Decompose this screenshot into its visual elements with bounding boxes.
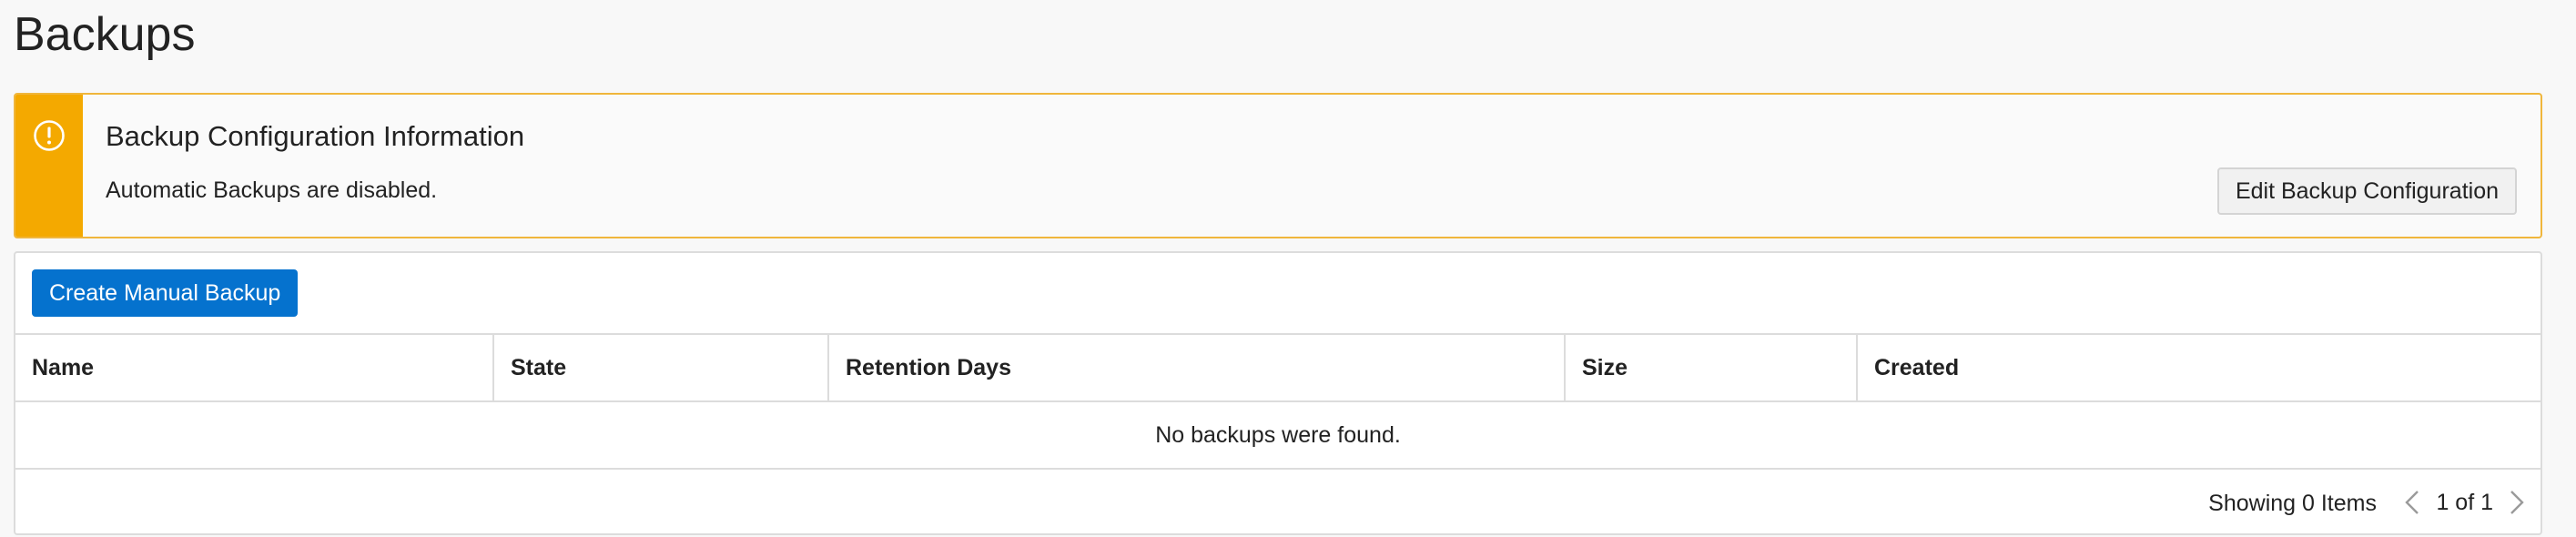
chevron-left-icon [2405,491,2419,514]
page-title: Backups [14,8,196,61]
empty-table-message: No backups were found. [15,402,2541,470]
backup-config-notice: Backup Configuration Information Automat… [14,93,2542,238]
warning-circle-icon [34,120,65,151]
column-header-name[interactable]: Name [15,335,494,400]
column-header-state[interactable]: State [494,335,829,400]
chevron-right-icon [2510,491,2524,514]
page-info: 1 of 1 [2436,489,2493,515]
backups-page: Backups Backup Configuration Information… [0,0,2576,537]
notice-message: Automatic Backups are disabled. [106,177,438,203]
next-page-button[interactable] [2504,484,2530,521]
notice-stripe [15,95,83,237]
table-header: Name State Retention Days Size Created [15,335,2541,402]
column-header-size[interactable]: Size [1566,335,1858,400]
create-manual-backup-button[interactable]: Create Manual Backup [32,269,299,317]
items-count: Showing 0 Items [2208,491,2377,516]
previous-page-button[interactable] [2399,484,2425,521]
backups-table-panel: Create Manual Backup Name State Retentio… [14,251,2542,535]
column-header-created[interactable]: Created [1858,335,2541,400]
table-footer: Showing 0 Items 1 of 1 [15,470,2541,535]
table-toolbar: Create Manual Backup [15,253,2541,335]
pagination: 1 of 1 [2399,484,2530,521]
column-header-retention-days[interactable]: Retention Days [829,335,1566,400]
notice-title: Backup Configuration Information [106,120,525,152]
edit-backup-configuration-button[interactable]: Edit Backup Configuration [2216,167,2517,215]
